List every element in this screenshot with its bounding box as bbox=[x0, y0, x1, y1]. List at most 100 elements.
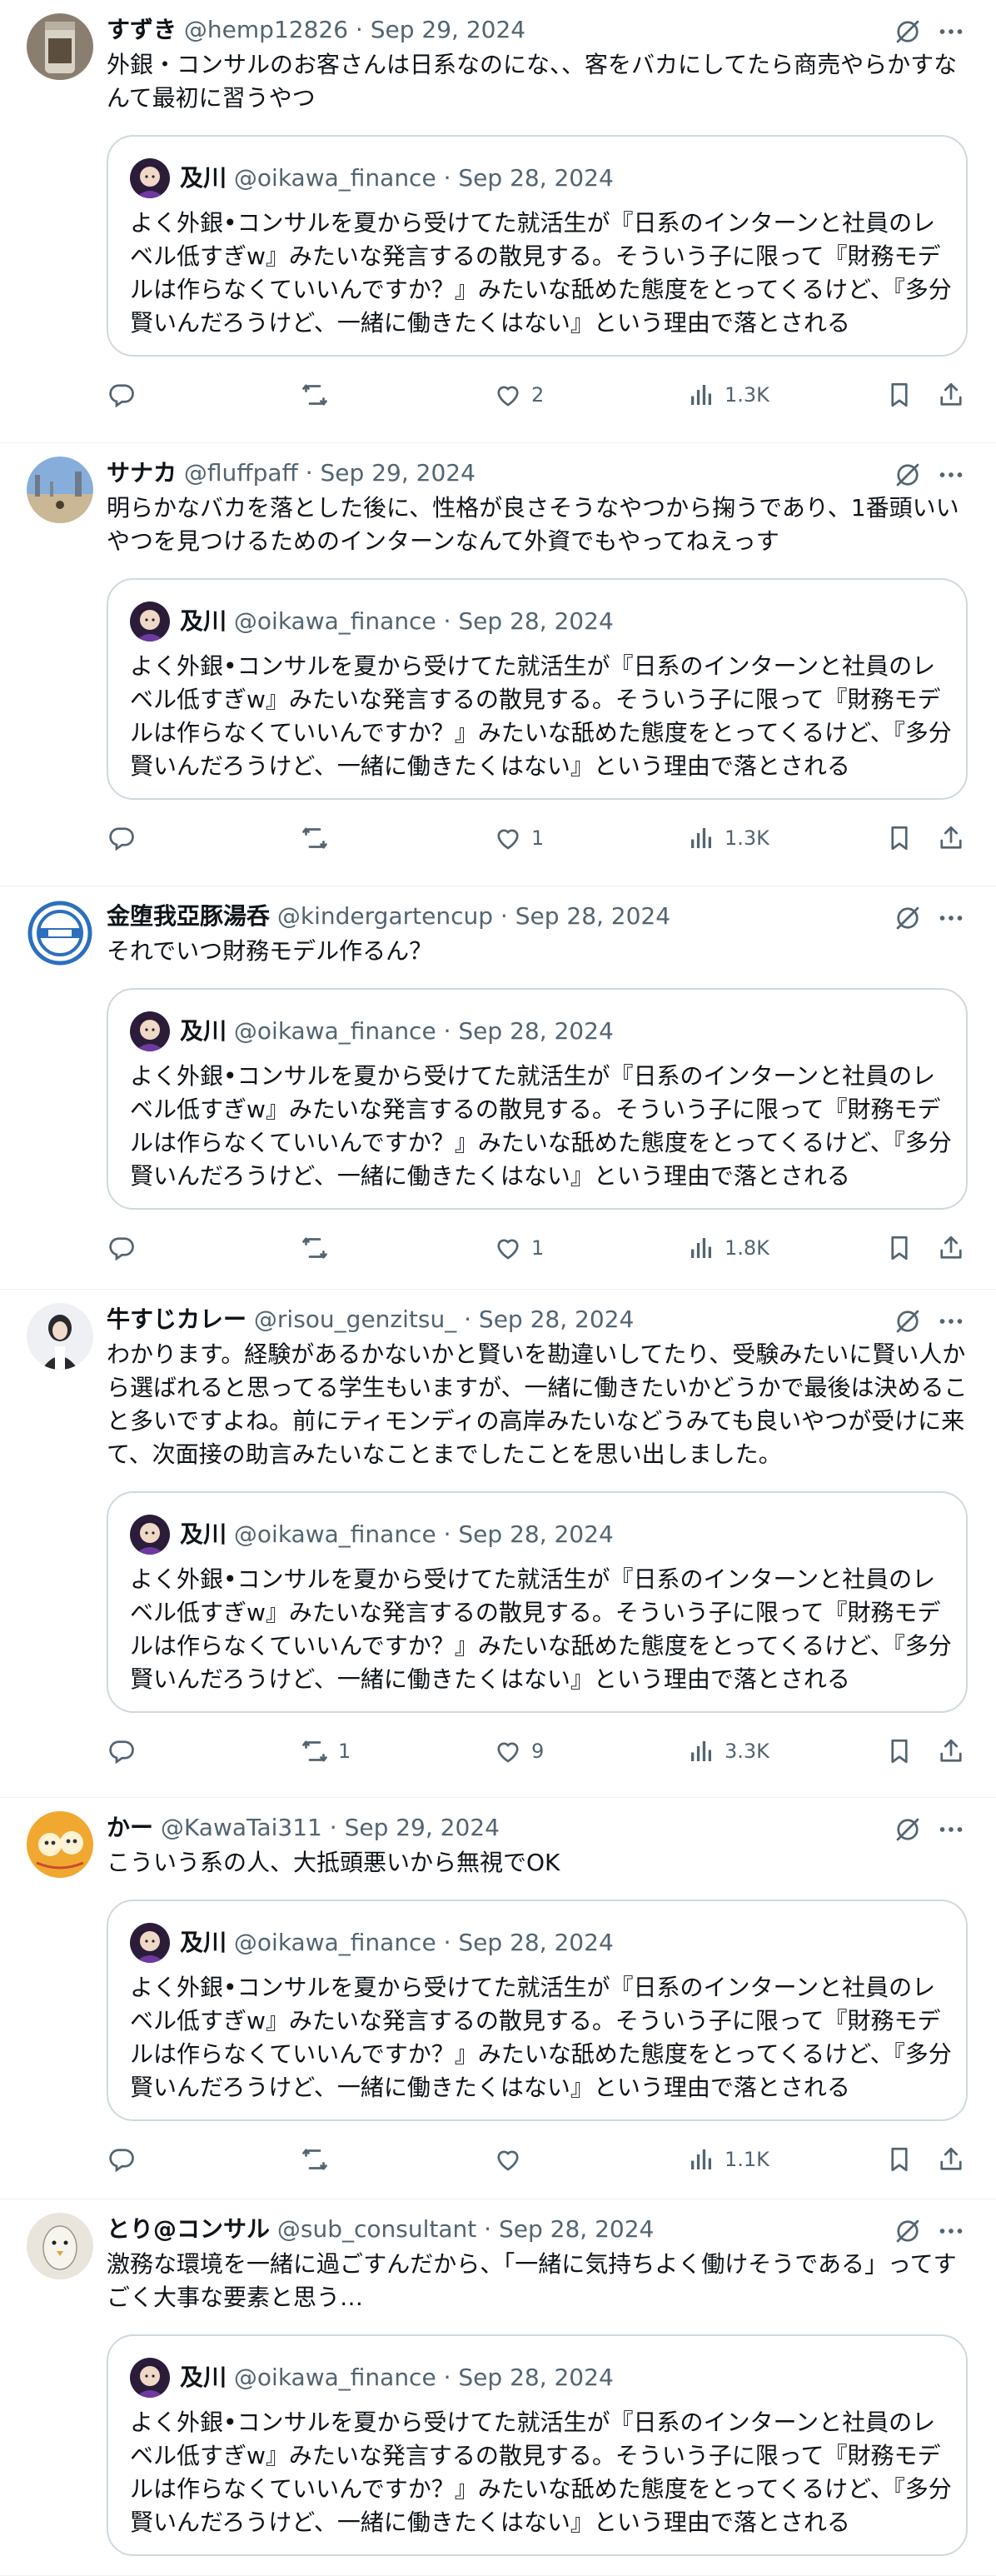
meta-separator: · bbox=[348, 16, 371, 43]
retweet-button[interactable] bbox=[300, 2141, 338, 2178]
quoted-tweet[interactable]: 及川 @oikawa_finance · Sep 28, 2024 よく外銀•コン… bbox=[107, 1491, 968, 1713]
quoted-text: よく外銀•コンサルを夏から受けてた就活生が『日系のインターンと社員のレベル低すぎ… bbox=[130, 1062, 952, 1190]
quoted-author-avatar[interactable] bbox=[130, 1011, 170, 1051]
retweet-icon bbox=[300, 823, 330, 853]
author-name[interactable]: サナカ bbox=[107, 459, 177, 487]
quoted-text: よく外銀•コンサルを夏から受けてた就活生が『日系のインターンと社員のレベル低すぎ… bbox=[130, 1565, 952, 1693]
author-name[interactable]: 金堕我亞豚湯呑 bbox=[107, 902, 270, 930]
author-handle[interactable]: @risou_genzitsu_ bbox=[254, 1305, 456, 1333]
author-name[interactable]: かー bbox=[107, 1814, 153, 1841]
views-button[interactable]: 1.3K bbox=[686, 377, 769, 413]
share-button[interactable] bbox=[936, 820, 966, 856]
more-icon[interactable] bbox=[936, 460, 966, 490]
tweet-date[interactable]: Sep 28, 2024 bbox=[515, 902, 670, 930]
bookmark-button[interactable] bbox=[884, 377, 914, 413]
like-button[interactable]: 2 bbox=[493, 377, 544, 413]
author-avatar[interactable] bbox=[27, 2213, 93, 2279]
share-button[interactable] bbox=[936, 1733, 966, 1770]
bookmark-icon bbox=[884, 823, 914, 853]
grok-icon[interactable] bbox=[893, 903, 923, 933]
author-name[interactable]: すずき bbox=[107, 16, 177, 43]
grok-icon[interactable] bbox=[893, 2216, 923, 2246]
tweet-date[interactable]: Sep 29, 2024 bbox=[321, 459, 476, 487]
view-count: 1.3K bbox=[725, 826, 769, 850]
views-button[interactable]: 1.3K bbox=[686, 820, 769, 856]
quoted-tweet[interactable]: 及川 @oikawa_finance · Sep 28, 2024 よく外銀•コン… bbox=[107, 1900, 968, 2121]
action-bar: 2 1.3K bbox=[107, 377, 973, 413]
author-avatar[interactable] bbox=[27, 457, 93, 523]
bookmark-button[interactable] bbox=[884, 1733, 914, 1770]
reply-tweet: 金堕我亞豚湯呑 @kindergartencup · Sep 28, 2024 そ… bbox=[0, 886, 996, 1290]
author-handle[interactable]: @hemp12826 bbox=[184, 16, 348, 43]
quoted-author-avatar[interactable] bbox=[130, 1515, 170, 1555]
grok-icon[interactable] bbox=[893, 1306, 923, 1336]
quoted-tweet[interactable]: 及川 @oikawa_finance · Sep 28, 2024 よく外銀•コン… bbox=[107, 135, 968, 357]
more-icon[interactable] bbox=[936, 2216, 966, 2246]
like-button[interactable]: 1 bbox=[493, 820, 544, 856]
tweet-date[interactable]: Sep 28, 2024 bbox=[499, 2215, 654, 2243]
quoted-tweet[interactable]: 及川 @oikawa_finance · Sep 28, 2024 よく外銀•コン… bbox=[107, 578, 968, 800]
meta-separator: · bbox=[456, 1305, 479, 1333]
quoted-tweet[interactable]: 及川 @oikawa_finance · Sep 28, 2024 よく外銀•コン… bbox=[107, 988, 968, 1210]
author-handle[interactable]: @KawaTai311 bbox=[161, 1814, 322, 1841]
quoted-author-handle: @oikawa_finance bbox=[233, 164, 436, 192]
author-name[interactable]: 牛すじカレー bbox=[107, 1305, 247, 1333]
author-avatar[interactable] bbox=[27, 13, 93, 80]
quoted-author-avatar[interactable] bbox=[130, 158, 170, 198]
views-button[interactable]: 1.1K bbox=[686, 2141, 769, 2178]
author-handle[interactable]: @kindergartencup bbox=[277, 902, 493, 930]
share-button[interactable] bbox=[936, 1230, 966, 1266]
timeline: すずき @hemp12826 · Sep 29, 2024 外銀・コンサルのお客さ… bbox=[0, 0, 996, 2576]
retweet-button[interactable] bbox=[300, 377, 338, 413]
share-button[interactable] bbox=[936, 2141, 966, 2178]
views-icon bbox=[686, 1233, 716, 1263]
quoted-date: Sep 28, 2024 bbox=[458, 607, 614, 635]
reply-button[interactable] bbox=[107, 1230, 145, 1266]
reply-button[interactable] bbox=[107, 377, 145, 413]
views-button[interactable]: 1.8K bbox=[686, 1230, 769, 1266]
bookmark-button[interactable] bbox=[884, 1230, 914, 1266]
quoted-author-handle: @oikawa_finance bbox=[233, 1929, 436, 1956]
quoted-author-avatar[interactable] bbox=[130, 602, 170, 642]
tweet-date[interactable]: Sep 29, 2024 bbox=[345, 1814, 500, 1841]
bookmark-button[interactable] bbox=[884, 820, 914, 856]
grok-icon[interactable] bbox=[893, 1815, 923, 1845]
author-handle[interactable]: @fluffpaff bbox=[184, 459, 298, 487]
quoted-author-avatar[interactable] bbox=[130, 2358, 170, 2398]
author-handle[interactable]: @sub_consultant bbox=[277, 2215, 476, 2243]
tweet-header: すずき @hemp12826 · Sep 29, 2024 bbox=[107, 13, 525, 47]
grok-icon[interactable] bbox=[893, 17, 923, 47]
retweet-icon bbox=[300, 380, 330, 410]
quoted-tweet[interactable]: 及川 @oikawa_finance · Sep 28, 2024 よく外銀•コン… bbox=[107, 2334, 968, 2556]
tweet-header: とり@コンサル @sub_consultant · Sep 28, 2024 bbox=[107, 2213, 654, 2246]
bookmark-button[interactable] bbox=[884, 2141, 914, 2178]
retweet-button[interactable] bbox=[300, 1230, 338, 1266]
meta-separator: · bbox=[436, 1929, 459, 1956]
author-avatar[interactable] bbox=[27, 900, 93, 966]
like-button[interactable]: 9 bbox=[493, 1733, 544, 1770]
tweet-date[interactable]: Sep 29, 2024 bbox=[371, 16, 525, 43]
reply-button[interactable] bbox=[107, 820, 145, 856]
more-icon[interactable] bbox=[936, 1815, 966, 1845]
retweet-button[interactable] bbox=[300, 820, 338, 856]
reply-icon bbox=[107, 1233, 137, 1263]
author-name[interactable]: とり@コンサル bbox=[107, 2215, 270, 2243]
reply-button[interactable] bbox=[107, 1733, 145, 1770]
views-button[interactable]: 3.3K bbox=[686, 1733, 769, 1770]
more-icon[interactable] bbox=[936, 903, 966, 933]
tweet-date[interactable]: Sep 28, 2024 bbox=[479, 1305, 634, 1333]
more-icon[interactable] bbox=[936, 17, 966, 47]
share-button[interactable] bbox=[936, 377, 966, 413]
grok-icon[interactable] bbox=[893, 460, 923, 490]
tweet-text: こういう系の人、大抵頭悪いから無視でOK bbox=[107, 1849, 560, 1876]
like-button[interactable]: 1 bbox=[493, 1230, 544, 1266]
quoted-author-avatar[interactable] bbox=[130, 1923, 170, 1963]
more-icon[interactable] bbox=[936, 1306, 966, 1336]
tweet-text: 外銀・コンサルのお客さんは日系なのにな、、客をバカにしてたら商売やらかすなんて最… bbox=[107, 51, 958, 112]
like-button[interactable] bbox=[493, 2141, 531, 2178]
author-avatar[interactable] bbox=[27, 1811, 93, 1878]
retweet-button[interactable]: 1 bbox=[300, 1733, 351, 1770]
meta-separator: · bbox=[436, 1520, 459, 1548]
author-avatar[interactable] bbox=[27, 1303, 93, 1370]
reply-button[interactable] bbox=[107, 2141, 145, 2178]
